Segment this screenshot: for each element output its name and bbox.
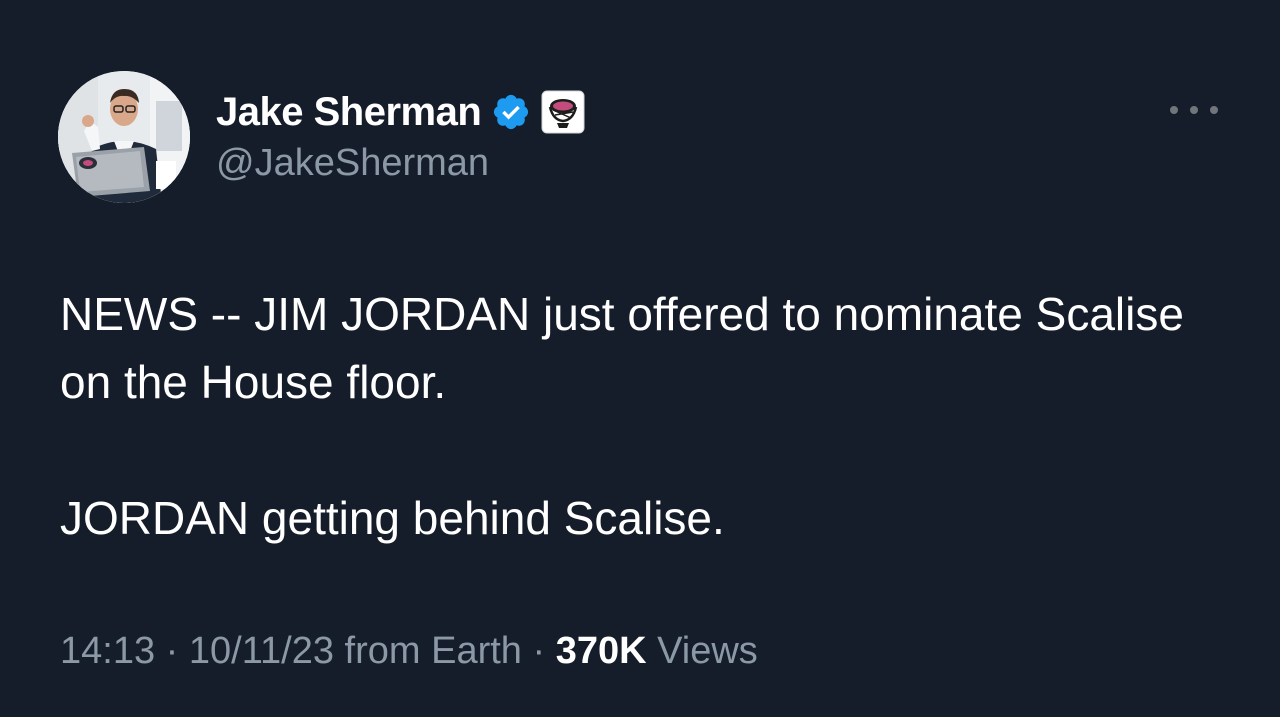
avatar-photo-icon	[58, 71, 190, 203]
author-name-row: Jake Sherman	[216, 88, 585, 136]
tweet-text: NEWS -- JIM JORDAN just offered to nomin…	[60, 280, 1220, 552]
views-count[interactable]: 370K	[556, 630, 647, 672]
tweet-paragraph: NEWS -- JIM JORDAN just offered to nomin…	[60, 288, 1184, 408]
verified-badge-icon[interactable]	[491, 92, 531, 132]
more-options-icon[interactable]	[1170, 96, 1218, 124]
more-dot	[1210, 106, 1218, 114]
tweet-time[interactable]: 14:13	[60, 630, 155, 672]
author-handle[interactable]: @JakeSherman	[216, 142, 489, 185]
tweet-metadata: 14:13 · 10/11/23 from Earth · 370K Views	[60, 630, 758, 673]
tweet-source: from Earth	[344, 630, 522, 672]
tweet-date[interactable]: 10/11/23	[189, 630, 334, 672]
affiliate-badge-icon[interactable]	[541, 90, 585, 134]
more-dot	[1190, 106, 1198, 114]
more-dot	[1170, 106, 1178, 114]
author-display-name[interactable]: Jake Sherman	[216, 90, 482, 135]
tweet-card: Jake Sherman @JakeSherman NEWS -- JIM JO…	[0, 0, 1280, 717]
views-label[interactable]: Views	[657, 630, 758, 672]
tweet-paragraph: JORDAN getting behind Scalise.	[60, 492, 725, 544]
avatar[interactable]	[58, 71, 190, 203]
meta-separator: ·	[155, 630, 189, 672]
meta-separator: ·	[521, 630, 556, 672]
